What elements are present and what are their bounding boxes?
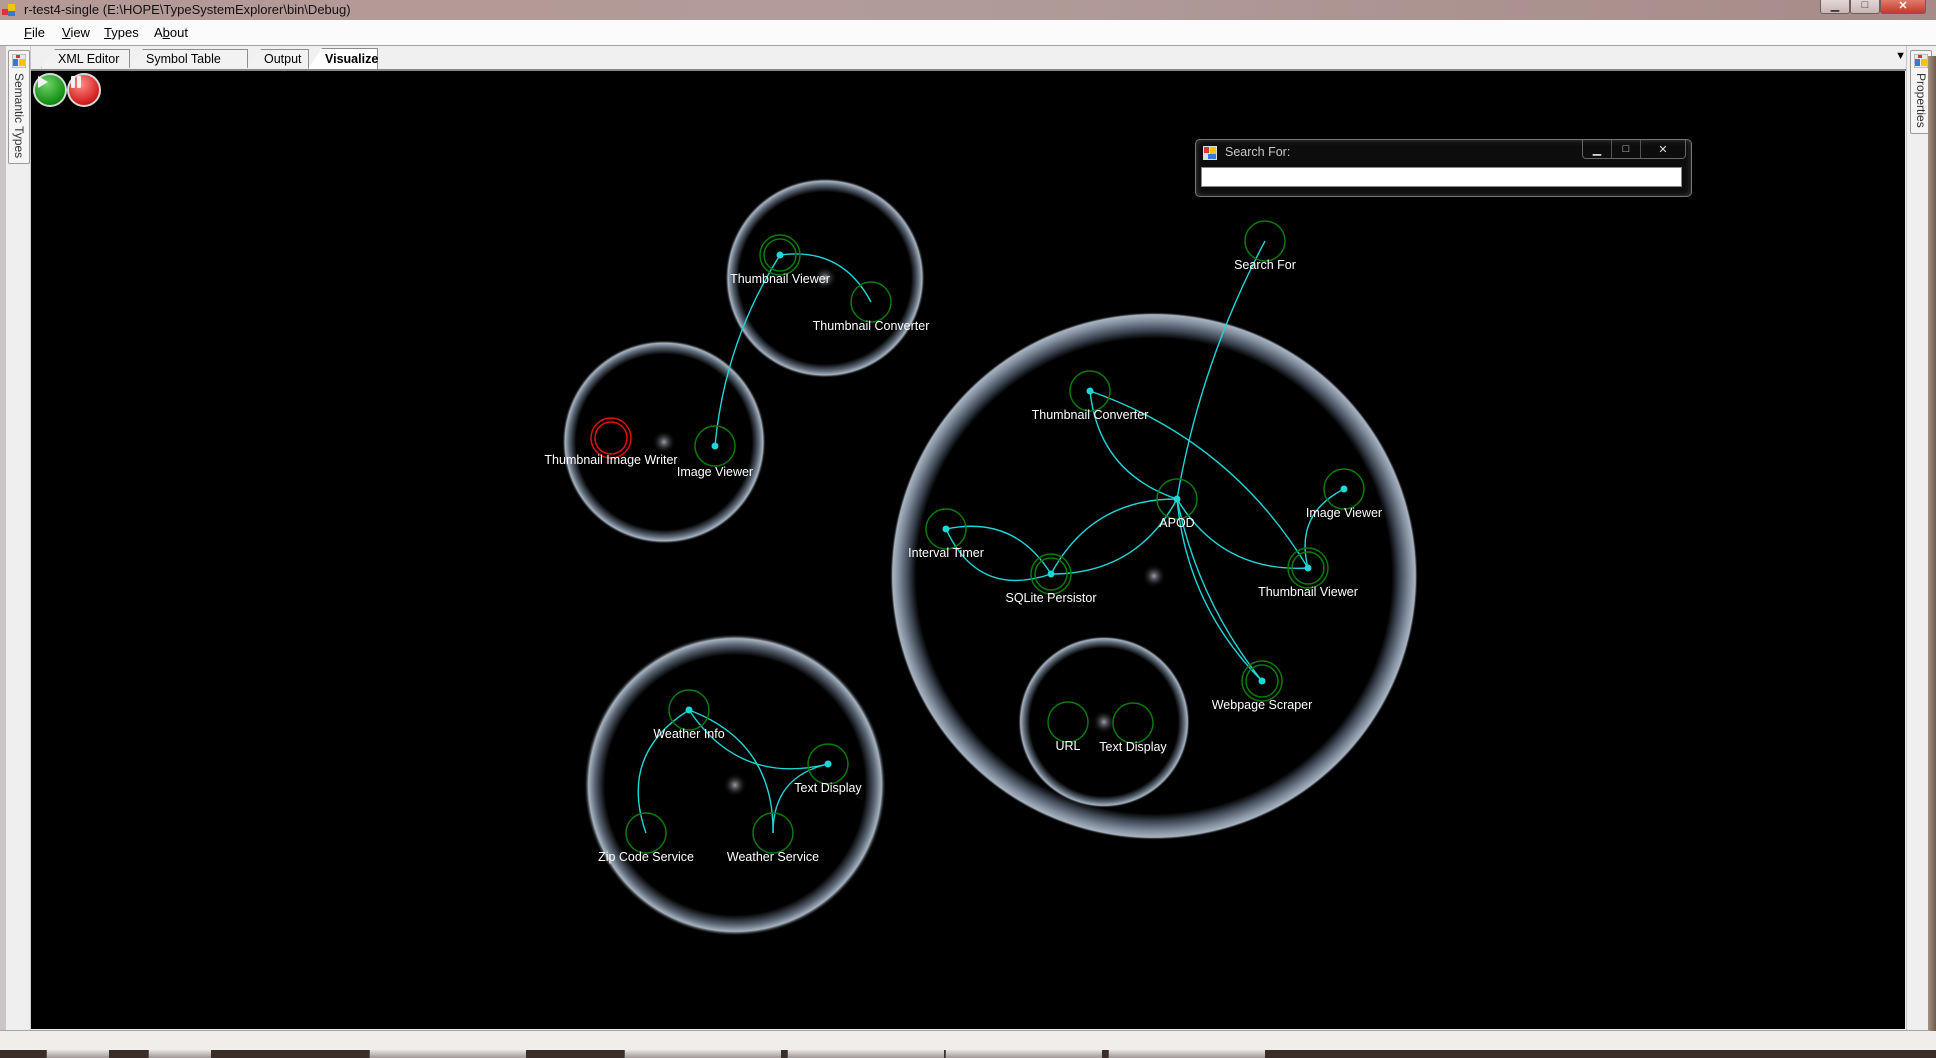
play-button[interactable]	[33, 73, 67, 107]
close-icon: ✕	[1658, 143, 1668, 156]
node-label: Weather Service	[727, 850, 819, 864]
node-label: Thumbnail Image Writer	[544, 453, 677, 467]
semantic-types-icon	[12, 54, 26, 68]
node-label: Zip Code Service	[598, 850, 694, 864]
search-input[interactable]	[1201, 167, 1682, 187]
dialog-maximize-button[interactable]: □	[1611, 140, 1640, 158]
dialog-minimize-button[interactable]: ▁	[1583, 140, 1611, 158]
visualizer-graph[interactable]: Thumbnail Viewer Thumbnail Converter Thumb…	[31, 71, 1905, 1029]
node-label: SQLite Persistor	[1005, 591, 1096, 605]
menu-label: iew	[70, 25, 90, 40]
visualizer-canvas[interactable]: Thumbnail Viewer Thumbnail Converter Thumb…	[31, 71, 1905, 1029]
node-label: URL	[1055, 739, 1080, 753]
node-active-dot	[1304, 564, 1312, 572]
minimize-button[interactable]: ▁	[1820, 0, 1850, 14]
node-active-dot	[1173, 495, 1181, 503]
node-label: Interval Timer	[908, 546, 984, 560]
menu-file[interactable]: File	[24, 25, 45, 40]
node-label: Image Viewer	[1306, 506, 1382, 520]
tab-list-dropdown[interactable]: ▼	[1895, 50, 1906, 62]
taskbar-item[interactable]	[148, 1050, 211, 1058]
close-button[interactable]: ✕	[1880, 0, 1926, 14]
tab-output[interactable]: Output	[247, 49, 309, 68]
node-active-dot	[685, 706, 693, 714]
node-active-dot	[1086, 387, 1094, 395]
semantic-types-tab[interactable]: Semantic Types	[8, 50, 30, 164]
menu-accel: b	[162, 25, 170, 40]
node-label: Text Display	[794, 781, 862, 795]
node-label: Weather Info	[653, 727, 724, 741]
node-active-dot	[1047, 570, 1055, 578]
tab-strip: XML Editor Symbol Table Output Visualize…	[31, 46, 1906, 71]
properties-label: Properties	[1914, 73, 1928, 128]
pause-icon	[71, 76, 81, 88]
node-active-dot	[711, 442, 719, 450]
taskbar-item[interactable]	[945, 1050, 1102, 1058]
close-icon: ✕	[1898, 0, 1908, 12]
semantic-types-label: Semantic Types	[12, 73, 26, 159]
left-dock: Semantic Types	[0, 46, 31, 1030]
maximize-icon: □	[1622, 143, 1630, 155]
play-icon	[38, 76, 48, 88]
menu-label: out	[169, 25, 188, 40]
dock-splitter[interactable]	[0, 46, 6, 1030]
tab-xml-editor[interactable]: XML Editor	[41, 49, 130, 68]
node-label: Thumbnail Viewer	[1258, 585, 1358, 599]
menu-label: ile	[31, 25, 45, 40]
taskbar-item[interactable]	[1108, 1050, 1265, 1058]
properties-icon	[1914, 54, 1928, 68]
search-for-dialog: Search For: ▁ □ ✕	[1195, 139, 1692, 197]
tab-label: Output	[264, 52, 302, 66]
pause-button[interactable]	[67, 73, 101, 107]
node-active-dot	[942, 525, 950, 533]
node-label: Search For	[1234, 258, 1296, 272]
node-sf[interactable]: Search For	[1234, 220, 1296, 272]
taskbar-item[interactable]	[369, 1050, 526, 1058]
menu-view[interactable]: View	[62, 25, 90, 40]
title-bar: r-test4-single (E:\HOPE\TypeSystemExplor…	[0, 0, 1936, 20]
minimize-icon: ▁	[1830, 0, 1840, 12]
node-label: Thumbnail Converter	[813, 319, 930, 333]
node-label: Image Viewer	[677, 465, 753, 479]
menu-label: ypes	[111, 25, 139, 40]
window-title: r-test4-single (E:\HOPE\TypeSystemExplor…	[24, 2, 351, 17]
node-label: Text Display	[1099, 740, 1167, 754]
menu-accel: F	[24, 25, 32, 40]
dialog-title: Search For:	[1225, 145, 1291, 159]
menu-about[interactable]: About	[154, 25, 188, 40]
group-center-marker	[1142, 564, 1166, 588]
taskbar-item[interactable]	[787, 1050, 944, 1058]
maximize-icon: □	[1861, 0, 1869, 11]
tab-label: XML Editor	[58, 52, 120, 66]
node-label: Thumbnail Converter	[1032, 408, 1149, 422]
node-active-dot	[1340, 485, 1348, 493]
tab-label: Symbol Table	[146, 52, 221, 66]
node-label: Webpage Scraper	[1212, 698, 1313, 712]
taskbar-item[interactable]	[624, 1050, 781, 1058]
menu-bar: File View Types About	[0, 20, 1936, 46]
node-label: APOD	[1159, 516, 1194, 530]
tab-symbol-table[interactable]: Symbol Table	[129, 49, 248, 68]
status-bar	[0, 1030, 1930, 1051]
minimize-icon: ▁	[1592, 143, 1602, 156]
window-border	[1928, 56, 1936, 1031]
menu-types[interactable]: Types	[104, 25, 139, 40]
taskbar-item[interactable]	[46, 1050, 109, 1058]
node-active-dot	[776, 251, 784, 259]
node-label: Thumbnail Viewer	[730, 272, 830, 286]
node-active-dot	[1258, 677, 1266, 685]
maximize-button[interactable]: □	[1850, 0, 1880, 14]
dialog-app-icon	[1203, 146, 1217, 160]
node-active-dot	[824, 760, 832, 768]
group-center-marker	[652, 430, 676, 454]
menu-label: A	[154, 25, 163, 40]
tab-label: Visualizer	[325, 52, 384, 66]
tab-visualizer[interactable]: Visualizer	[308, 48, 378, 69]
group-center-marker	[723, 773, 747, 797]
app-icon	[2, 4, 15, 16]
dialog-close-button[interactable]: ✕	[1640, 140, 1685, 158]
